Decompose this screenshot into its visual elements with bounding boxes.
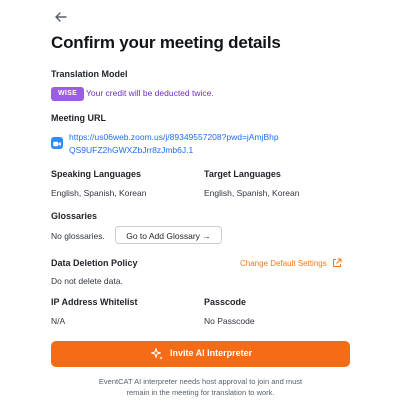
add-glossary-button[interactable]: Go to Add Glossary → bbox=[115, 226, 222, 244]
meeting-url-link[interactable]: https://us06web.zoom.us/j/89349557208?pw… bbox=[69, 131, 279, 156]
invite-ai-interpreter-button[interactable]: Invite AI Interpreter bbox=[51, 341, 350, 367]
external-link-icon[interactable] bbox=[332, 258, 342, 268]
target-languages-label: Target Languages bbox=[204, 169, 281, 179]
data-deletion-label: Data Deletion Policy bbox=[51, 258, 138, 268]
passcode-label: Passcode bbox=[204, 297, 247, 307]
host-approval-note-line1: EventCAT AI interpreter needs host appro… bbox=[98, 377, 303, 386]
invite-button-label: Invite AI Interpreter bbox=[170, 348, 253, 358]
glossaries-label: Glossaries bbox=[51, 211, 98, 221]
data-deletion-value: Do not delete data. bbox=[51, 276, 123, 286]
speaking-languages-label: Speaking Languages bbox=[51, 169, 142, 179]
ip-whitelist-value: N/A bbox=[51, 316, 66, 326]
speaking-languages-value: English, Spanish, Korean bbox=[51, 188, 147, 198]
meeting-details-page: Confirm your meeting details Translation… bbox=[0, 0, 406, 408]
translation-model-label: Translation Model bbox=[51, 69, 128, 79]
page-title: Confirm your meeting details bbox=[51, 33, 281, 52]
credit-note: Your credit will be deducted twice. bbox=[86, 88, 214, 98]
back-arrow-icon[interactable] bbox=[53, 9, 69, 25]
glossaries-value: No glossaries. bbox=[51, 231, 105, 241]
meeting-url-label: Meeting URL bbox=[51, 113, 106, 123]
zoom-icon bbox=[51, 137, 63, 149]
sparkle-icon bbox=[151, 348, 163, 360]
change-default-settings-link[interactable]: Change Default Settings bbox=[240, 259, 327, 268]
target-languages-value: English, Spanish, Korean bbox=[204, 188, 300, 198]
host-approval-note-line2: remain in the meeting for translation to… bbox=[126, 388, 275, 397]
ip-whitelist-label: IP Address Whitelist bbox=[51, 297, 138, 307]
host-approval-note: EventCAT AI interpreter needs host appro… bbox=[51, 376, 350, 398]
passcode-value: No Passcode bbox=[204, 316, 255, 326]
model-badge: WISE bbox=[51, 87, 85, 101]
